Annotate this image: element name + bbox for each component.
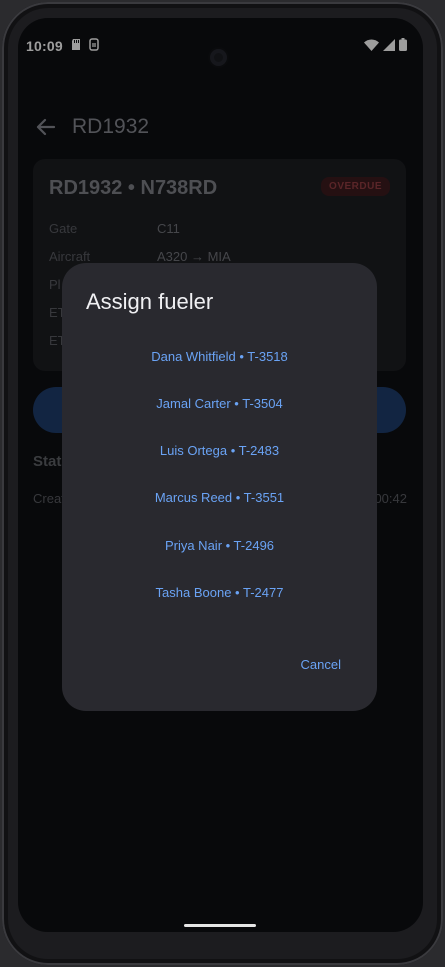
assign-fueler-dialog: Assign fueler Dana Whitfield • T-3518 Ja… [62, 263, 377, 711]
fueler-option[interactable]: Priya Nair • T-2496 [62, 526, 377, 566]
dialog-title: Assign fueler [86, 289, 214, 314]
fueler-option[interactable]: Luis Ortega • T-2483 [62, 431, 377, 471]
fueler-option[interactable]: Marcus Reed • T-3551 [62, 478, 377, 518]
cancel-button[interactable]: Cancel [301, 655, 341, 675]
fueler-option[interactable]: Dana Whitfield • T-3518 [62, 337, 377, 377]
fueler-option[interactable]: Tasha Boone • T-2477 [62, 573, 377, 613]
fueler-option[interactable]: Jamal Carter • T-3504 [62, 384, 377, 424]
phone-frame: 10:09 RD1932 RD1932 • N738RD OVERDUE Gat… [2, 2, 443, 965]
screen: 10:09 RD1932 RD1932 • N738RD OVERDUE Gat… [18, 18, 423, 932]
home-indicator[interactable] [184, 924, 256, 927]
